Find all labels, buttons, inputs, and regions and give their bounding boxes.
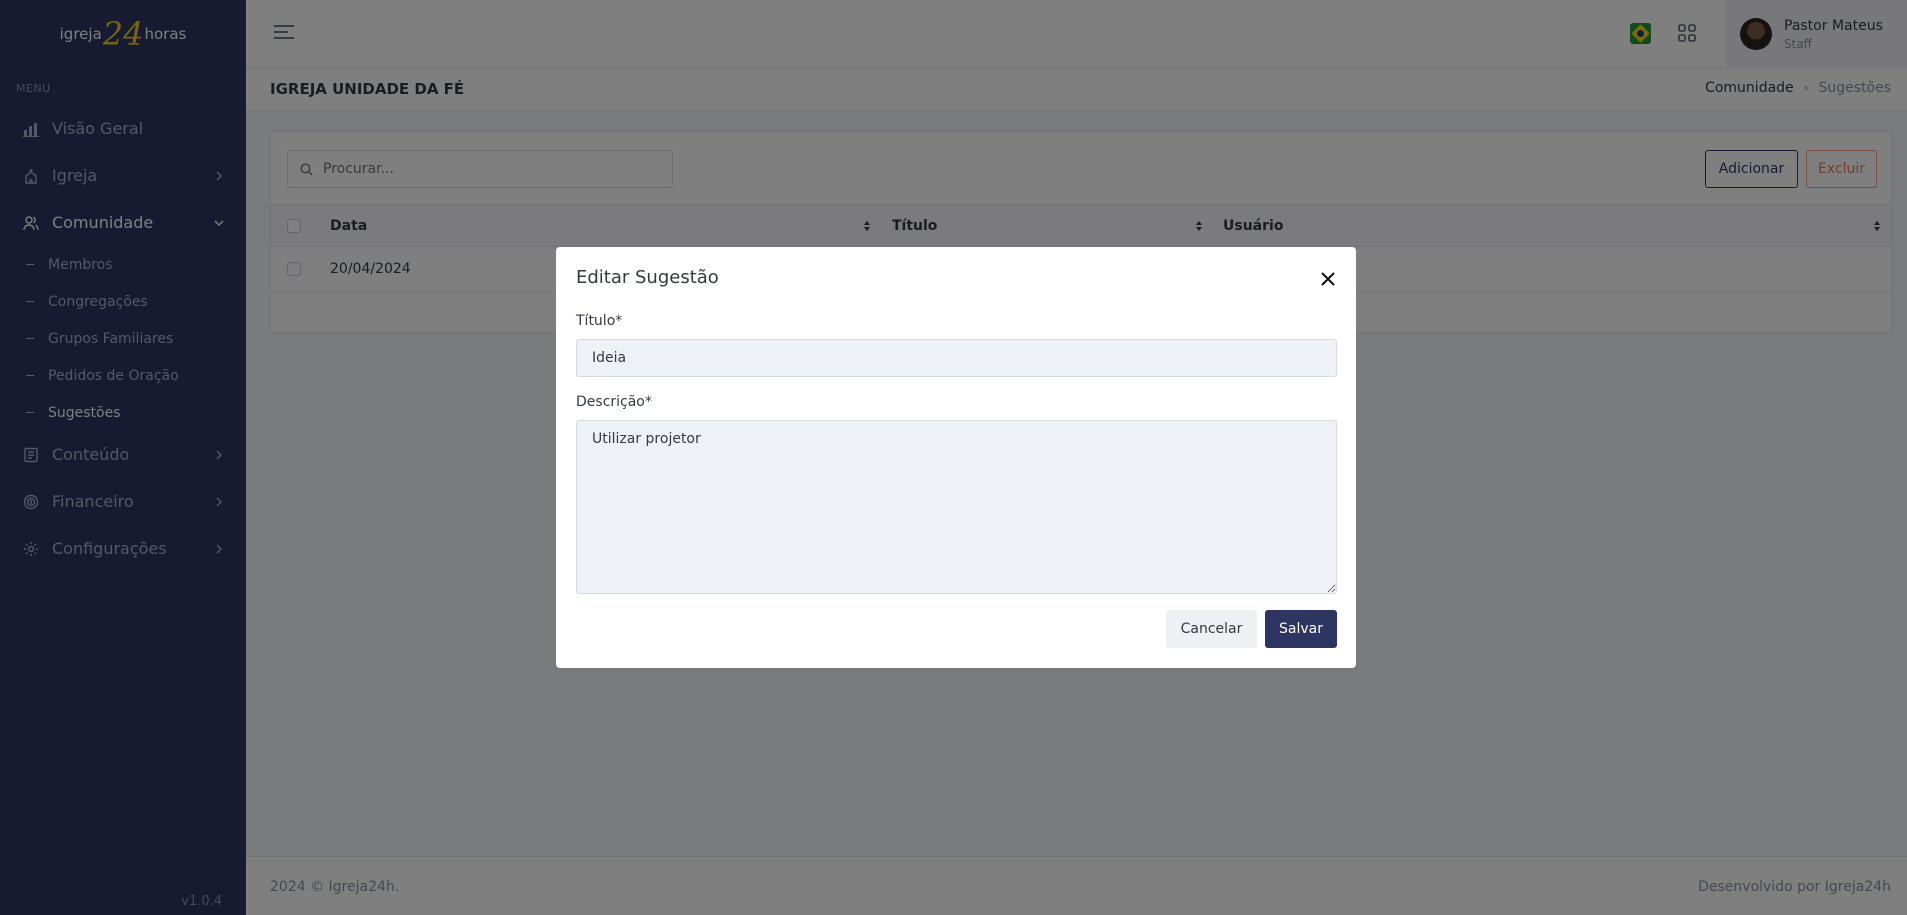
modal-title: Editar Sugestão bbox=[576, 267, 719, 288]
save-button[interactable]: Salvar bbox=[1265, 610, 1337, 648]
cancel-button[interactable]: Cancelar bbox=[1166, 610, 1257, 648]
descricao-label: Descrição* bbox=[576, 394, 652, 410]
titulo-input[interactable] bbox=[576, 339, 1337, 377]
titulo-label: Título* bbox=[576, 313, 623, 329]
close-icon[interactable] bbox=[1320, 271, 1336, 287]
descricao-textarea[interactable]: Utilizar projetor bbox=[576, 420, 1337, 594]
edit-suggestion-modal: Editar Sugestão Título* Descrição* Utili… bbox=[556, 247, 1356, 668]
